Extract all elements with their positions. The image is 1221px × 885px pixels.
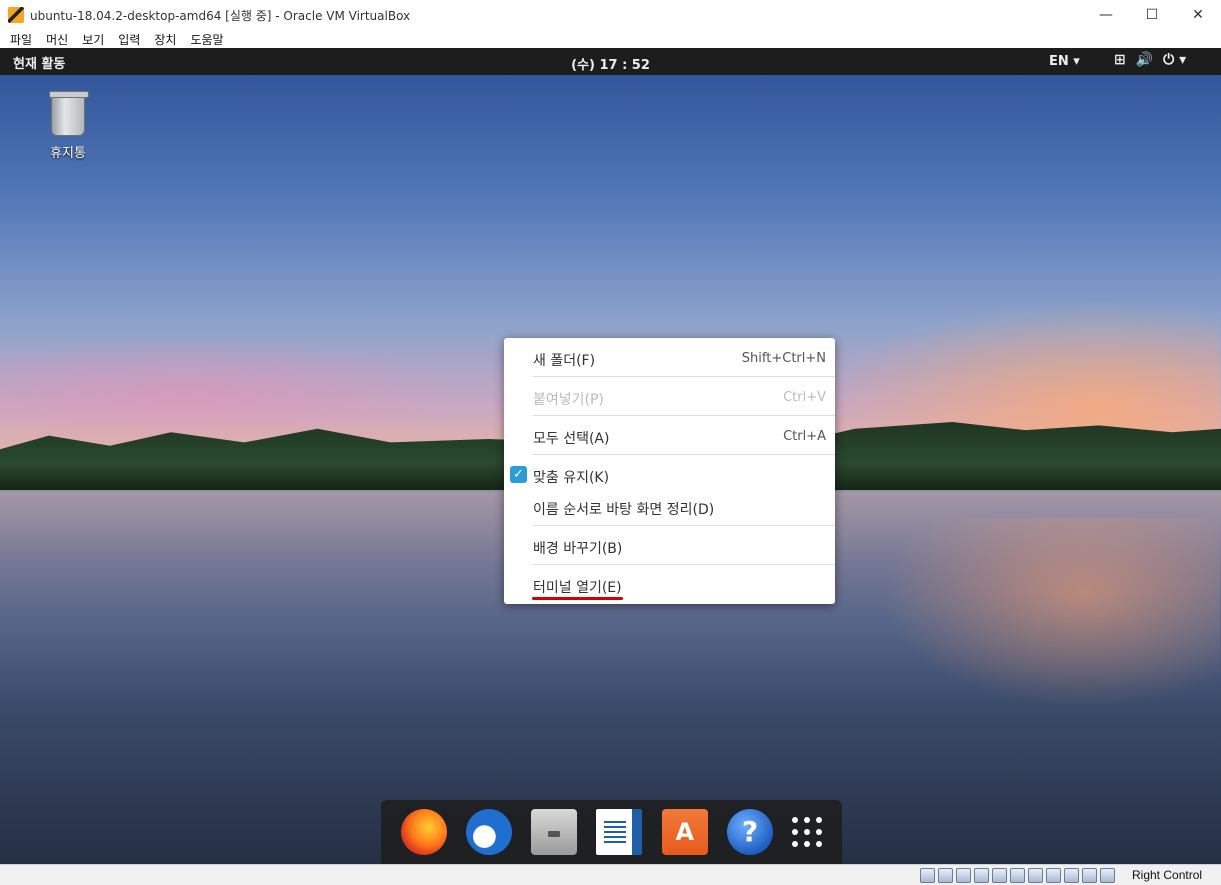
- desktop-trash[interactable]: 휴지통: [40, 91, 96, 161]
- menu-separator: [533, 564, 835, 565]
- keyboard-capture-icon[interactable]: [1100, 868, 1115, 883]
- virtualization-icon[interactable]: [1064, 868, 1079, 883]
- network-icon[interactable]: ⊞: [1114, 52, 1126, 68]
- menu-separator: [533, 376, 835, 377]
- mouse-integration-icon[interactable]: [1082, 868, 1097, 883]
- wallpaper-sky-glow-left: [0, 338, 460, 448]
- software-store-icon[interactable]: A: [661, 809, 708, 855]
- red-underline-annotation: [532, 597, 623, 600]
- dock: A ?: [381, 800, 842, 864]
- desktop-context-menu: 새 폴더(F) Shift+Ctrl+N 붙여넣기(P) Ctrl+V 모두 선…: [504, 338, 835, 604]
- menu-separator: [533, 525, 835, 526]
- menu-view[interactable]: 보기: [82, 31, 104, 48]
- show-applications-icon[interactable]: [792, 817, 823, 847]
- virtualbox-icon: [8, 7, 24, 23]
- libreoffice-writer-icon[interactable]: [596, 809, 643, 855]
- activities-button[interactable]: 현재 활동: [13, 53, 65, 72]
- menu-help[interactable]: 도움말: [190, 31, 223, 48]
- audio-icon[interactable]: [956, 868, 971, 883]
- recording-icon[interactable]: [1046, 868, 1061, 883]
- system-tray[interactable]: ⊞ 🔊 ⏻ ▾: [1114, 52, 1186, 68]
- vbox-status-bar: Right Control: [0, 864, 1221, 885]
- menu-item-open-terminal[interactable]: 터미널 열기(E): [504, 570, 835, 600]
- menu-bar: 파일 머신 보기 입력 장치 도움말: [0, 30, 1221, 48]
- firefox-icon[interactable]: [400, 809, 447, 855]
- hard-disk-icon[interactable]: [920, 868, 935, 883]
- menu-separator: [533, 415, 835, 416]
- clock[interactable]: (수) 17 : 52: [0, 54, 1221, 73]
- usb-icon[interactable]: [992, 868, 1007, 883]
- optical-drive-icon[interactable]: [938, 868, 953, 883]
- files-icon[interactable]: [531, 809, 578, 855]
- trash-icon: [49, 91, 89, 136]
- close-button[interactable]: ✕: [1175, 0, 1221, 30]
- menu-item-arrange-by-name[interactable]: 이름 순서로 바탕 화면 정리(D): [504, 492, 835, 522]
- display-icon[interactable]: [1028, 868, 1043, 883]
- menu-machine[interactable]: 머신: [46, 31, 68, 48]
- status-icons: [920, 868, 1115, 883]
- menu-separator: [533, 454, 835, 455]
- menu-item-new-folder[interactable]: 새 폴더(F) Shift+Ctrl+N: [504, 343, 835, 373]
- trash-label: 휴지통: [50, 146, 86, 161]
- menu-devices[interactable]: 장치: [154, 31, 176, 48]
- window-titlebar: ubuntu-18.04.2-desktop-amd64 [실행 중] - Or…: [0, 0, 1221, 30]
- volume-icon[interactable]: 🔊: [1136, 52, 1153, 68]
- help-icon[interactable]: ?: [727, 809, 774, 855]
- maximize-button[interactable]: ☐: [1129, 0, 1175, 30]
- window-controls: — ☐ ✕: [1083, 0, 1221, 30]
- network-adapter-icon[interactable]: [974, 868, 989, 883]
- menu-item-select-all[interactable]: 모두 선택(A) Ctrl+A: [504, 421, 835, 451]
- language-selector[interactable]: EN ▾: [1049, 54, 1080, 69]
- menu-item-change-background[interactable]: 배경 바꾸기(B): [504, 531, 835, 561]
- menu-input[interactable]: 입력: [118, 31, 140, 48]
- menu-file[interactable]: 파일: [10, 31, 32, 48]
- power-icon[interactable]: ⏻ ▾: [1163, 52, 1186, 68]
- vm-screen[interactable]: (수) 17 : 52 현재 활동 EN ▾ ⊞ 🔊 ⏻ ▾ 휴지통 새 폴더(…: [0, 48, 1221, 864]
- checkmark-icon: ✓: [510, 466, 527, 483]
- shared-folder-icon[interactable]: [1010, 868, 1025, 883]
- thunderbird-icon[interactable]: [465, 809, 512, 855]
- minimize-button[interactable]: —: [1083, 0, 1129, 30]
- window-title: ubuntu-18.04.2-desktop-amd64 [실행 중] - Or…: [30, 8, 411, 23]
- menu-item-paste[interactable]: 붙여넣기(P) Ctrl+V: [504, 382, 835, 412]
- wallpaper-water-glow: [880, 518, 1220, 708]
- top-panel: (수) 17 : 52 현재 활동 EN ▾ ⊞ 🔊 ⏻ ▾: [0, 48, 1221, 75]
- host-key-label: Right Control: [1132, 868, 1203, 882]
- menu-item-keep-aligned[interactable]: ✓ 맞춤 유지(K): [504, 460, 835, 490]
